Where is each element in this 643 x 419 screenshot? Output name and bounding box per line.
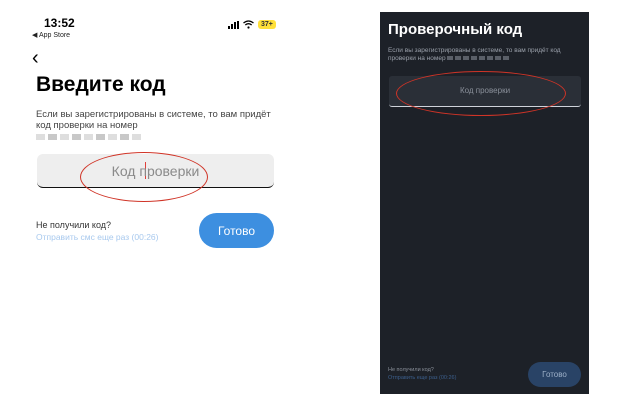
blurred-phone-number (36, 134, 276, 140)
wifi-icon (243, 20, 254, 29)
page-title: Введите код (36, 73, 166, 96)
done-button[interactable]: Готово (199, 213, 274, 248)
status-bar-icons: 37+ (228, 20, 276, 29)
resend-sms-link[interactable]: Отправить смс еще раз (00:26) (36, 232, 158, 242)
annotation-ellipse (80, 152, 208, 202)
description-dark: Если вы зарегистрированы в системе, то в… (388, 47, 586, 63)
done-button-dark[interactable]: Готово (528, 362, 581, 387)
back-to-app-store-link[interactable]: ◀ App Store (32, 31, 70, 39)
resend-link-dark[interactable]: Отправить еще раз (00:26) (388, 375, 456, 381)
not-received-label: Не получили код? (36, 220, 112, 230)
signal-icon (228, 20, 239, 29)
description: Если вы зарегистрированы в системе, то в… (36, 109, 276, 140)
page-title-dark: Проверочный код (388, 21, 523, 38)
battery-indicator: 37+ (258, 20, 276, 29)
back-chevron-icon[interactable]: ‹ (32, 48, 39, 68)
not-received-label-dark: Не получили код? (388, 367, 434, 373)
blurred-phone-number-dark (447, 56, 510, 61)
status-time: 13:52 (44, 16, 75, 30)
annotation-ellipse-dark (396, 71, 566, 116)
dark-screen (380, 12, 589, 394)
description-text: Если вы зарегистрированы в системе, то в… (36, 109, 271, 131)
